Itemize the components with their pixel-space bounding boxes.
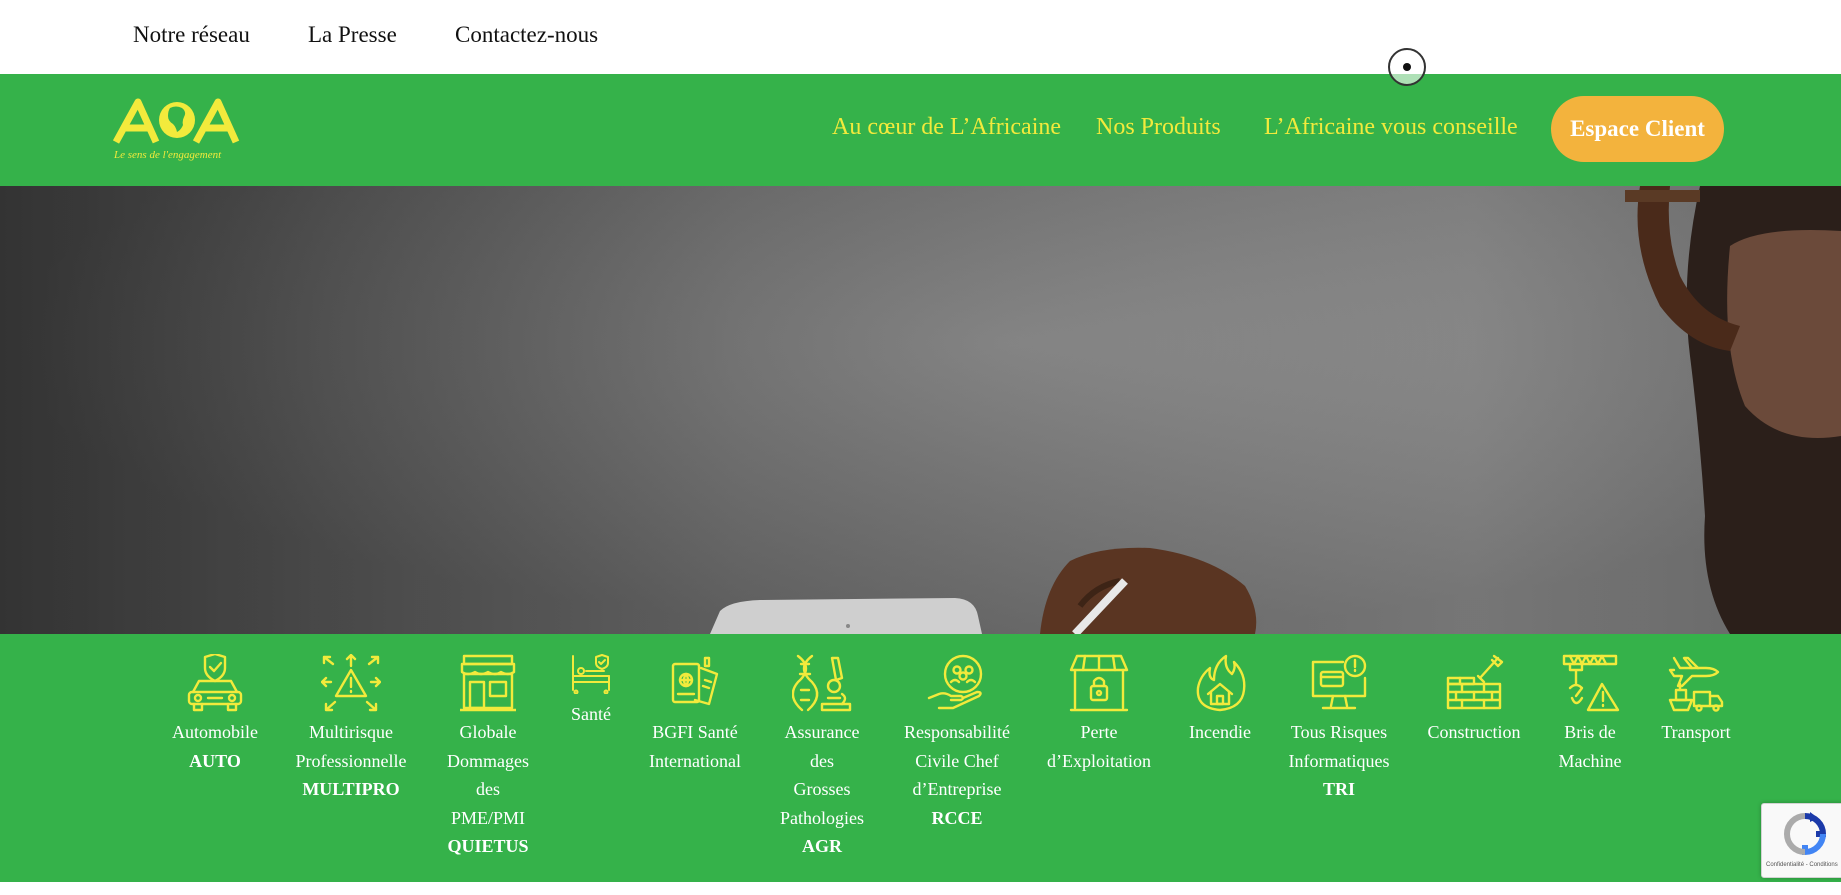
passport-icon (671, 656, 719, 706)
recaptcha-badge[interactable]: Confidentialité - Conditions (1761, 803, 1841, 878)
shop-icon (460, 654, 516, 712)
page-bottom (0, 882, 1841, 895)
top-link-contactez-nous[interactable]: Contactez-nous (455, 22, 598, 48)
shop-lock-icon (1069, 654, 1129, 712)
plane-ship-truck-icon (1668, 656, 1724, 712)
svg-text:Le sens de l'engagement: Le sens de l'engagement (113, 149, 222, 161)
top-link-notre-reseau[interactable]: Notre réseau (133, 22, 250, 48)
logo-icon: Le sens de l'engagement (112, 98, 240, 161)
product-tri[interactable]: Tous Risques Informatiques TRI (1288, 654, 1390, 804)
nav-nos-produits[interactable]: Nos Produits (1096, 114, 1221, 141)
top-link-la-presse[interactable]: La Presse (308, 22, 397, 48)
brick-wall-icon (1446, 654, 1504, 710)
product-multirisque[interactable]: Multirisque Professionnelle MULTIPRO (296, 654, 407, 804)
product-globale-dommages[interactable]: Globale Dommages des PME/PMI QUIETUS (446, 654, 530, 861)
warning-arrows-icon (321, 654, 381, 712)
product-construction[interactable]: Construction (1425, 654, 1523, 747)
nav-vous-conseille[interactable]: L’Africaine vous conseille (1264, 114, 1518, 141)
top-bar: Notre réseau La Presse Contactez-nous (0, 0, 1841, 74)
dna-microscope-icon (792, 654, 852, 712)
crane-warning-icon (1562, 654, 1620, 712)
product-rcce[interactable]: Responsabilité Civile Chef d’Entreprise … (902, 654, 1012, 832)
espace-client-button[interactable]: Espace Client (1551, 96, 1724, 162)
cursor-indicator (1388, 48, 1426, 86)
nav-au-coeur[interactable]: Au cœur de L’Africaine (832, 114, 1061, 141)
main-header: Le sens de l'engagement Au cœur de L’Afr… (0, 74, 1841, 186)
hero-image (0, 186, 1841, 634)
product-sante[interactable]: Santé (566, 654, 616, 729)
product-bgfi-sante[interactable]: BGFI Santé International (649, 654, 741, 775)
product-agr[interactable]: Assurance des Grosses Pathologies AGR (780, 654, 864, 861)
product-perte-exploitation[interactable]: Perte d’Exploitation (1046, 654, 1152, 775)
fire-house-icon (1196, 654, 1246, 712)
product-incendie[interactable]: Incendie (1181, 654, 1259, 747)
products-strip: Automobile AUTO Multirisque Professionne… (0, 634, 1841, 882)
hand-group-icon (927, 654, 983, 710)
hospital-bed-icon (572, 654, 610, 694)
site-logo[interactable]: Le sens de l'engagement (112, 96, 242, 162)
product-automobile[interactable]: Automobile AUTO (172, 654, 258, 775)
hero-photo-illustration (710, 186, 1841, 634)
car-shield-icon (187, 654, 243, 712)
computer-alert-icon (1311, 654, 1367, 710)
product-bris-de-machine[interactable]: Bris de Machine (1554, 654, 1626, 775)
product-transport[interactable]: Transport (1658, 654, 1734, 747)
recaptcha-icon (1783, 812, 1827, 856)
